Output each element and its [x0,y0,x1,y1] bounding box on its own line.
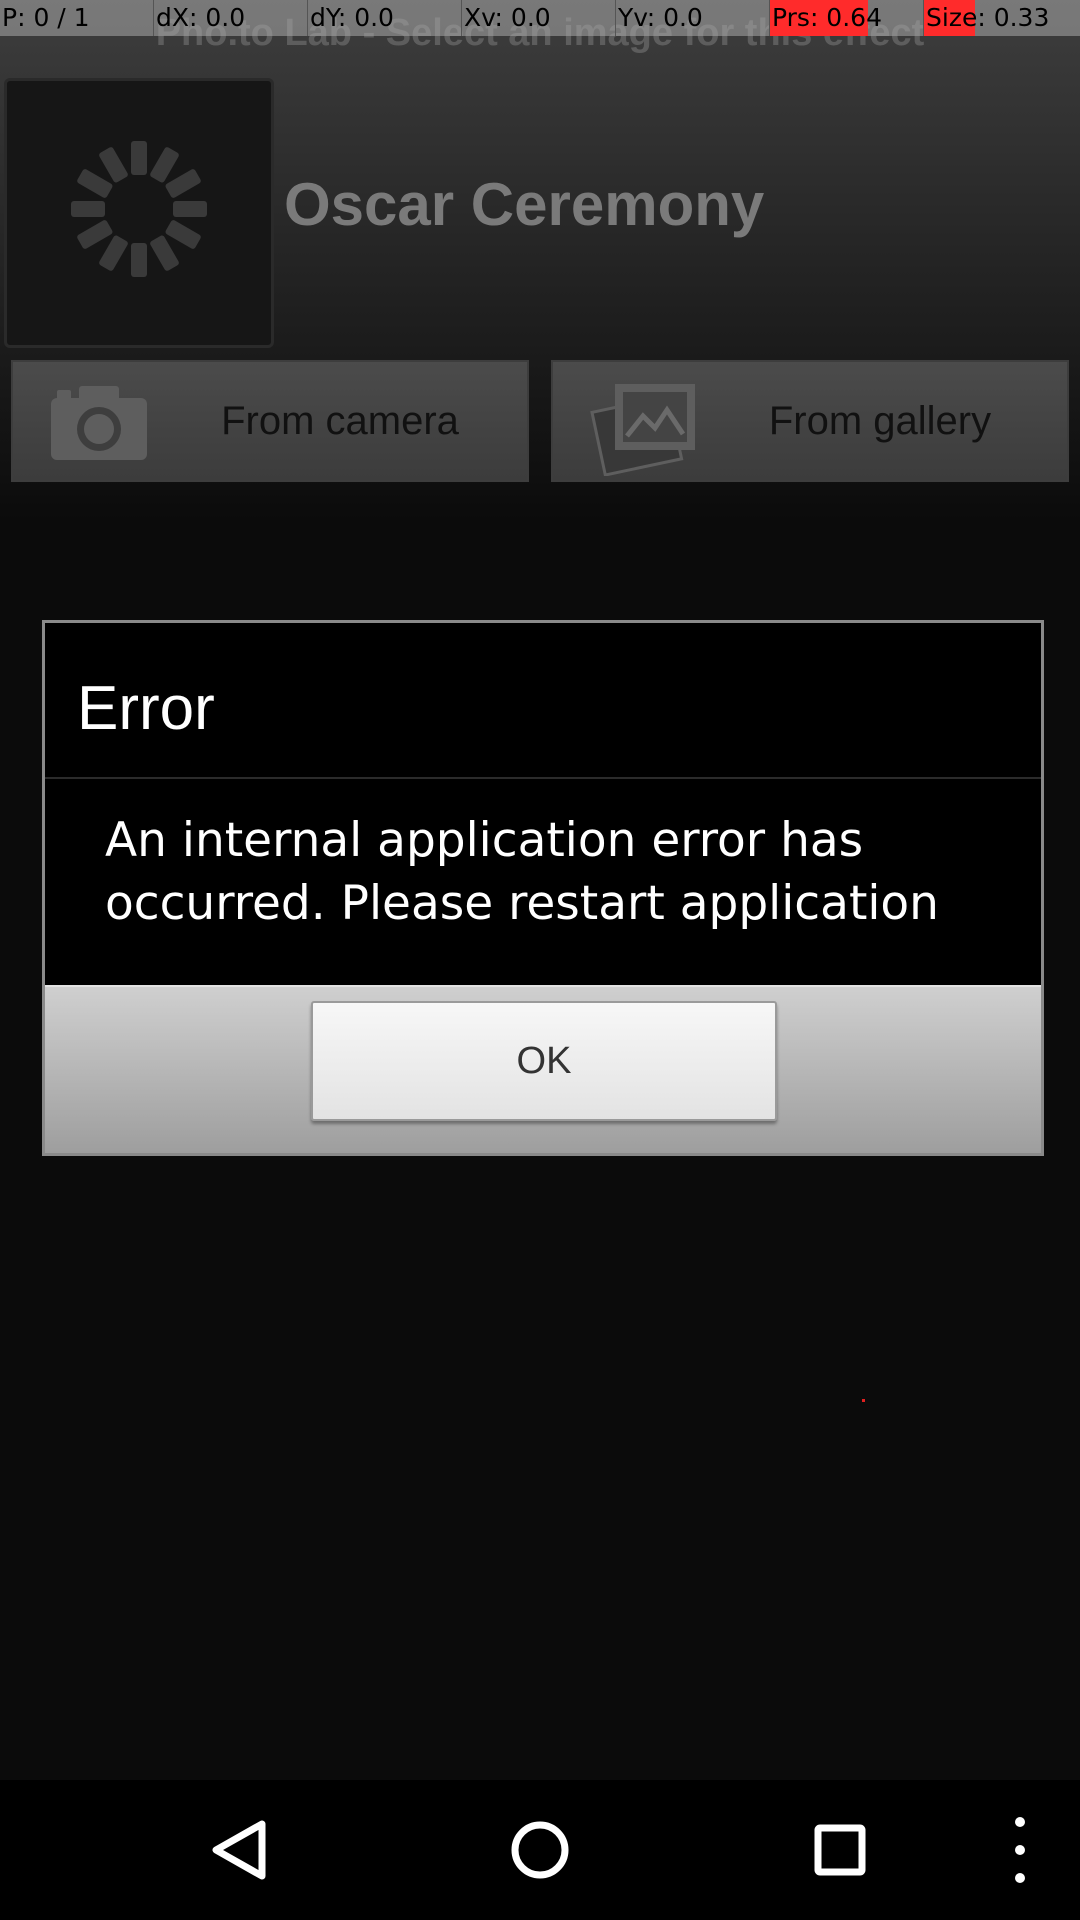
effect-name: Oscar Ceremony [284,171,765,238]
spinner-spoke [99,147,128,183]
from-gallery-label: From gallery [768,399,992,443]
effect-thumbnail[interactable] [4,78,274,348]
spinner-spoke [150,147,179,183]
spinner-spoke [165,220,201,249]
spinner-spoke [77,169,113,198]
debug-yv: Yv: 0.0 [616,0,770,36]
spinner-spoke [77,220,113,249]
dialog-button-bar: OK [45,985,1041,1402]
dialog-message: An internal application error has occurr… [105,813,939,931]
spinner-spoke [173,201,207,217]
spinner-spoke [131,243,147,277]
navigation-bar [0,1780,1080,1920]
debug-pressure: Prs: 0.64 [770,0,924,36]
debug-pointer: P: 0 / 1 [0,0,154,36]
ok-button[interactable]: OK [311,1001,777,1121]
spinner-spoke [165,169,201,198]
back-icon[interactable] [200,1780,280,1920]
loading-spinner-icon [71,141,207,277]
screen: Pho.to Lab - Select an image for this ef… [0,0,1080,1920]
home-icon[interactable] [500,1780,580,1920]
dialog-divider [45,777,1041,779]
gallery-icon [590,384,695,476]
overflow-menu-icon[interactable] [1000,1780,1040,1920]
debug-dx: dX: 0.0 [154,0,308,36]
spinner-spoke [131,141,147,175]
spinner-spoke [150,235,179,271]
touch-indicator [862,1399,865,1402]
recents-icon[interactable] [800,1780,880,1920]
debug-xv: Xv: 0.0 [462,0,616,36]
pointer-location-overlay: P: 0 / 1 dX: 0.0 dY: 0.0 Xv: 0.0 Yv: 0.0… [0,0,1080,36]
spinner-spoke [71,201,105,217]
from-camera-label: From camera [221,399,459,443]
spinner-spoke [99,235,128,271]
error-dialog: Error An internal application error has … [42,620,1044,1402]
debug-dy: dY: 0.0 [308,0,462,36]
dialog-title: Error [77,674,215,743]
from-gallery-button[interactable]: From gallery [551,360,1069,482]
debug-size: Size: 0.33 [924,0,1080,36]
camera-icon [51,386,147,460]
from-camera-button[interactable]: From camera [11,360,529,482]
